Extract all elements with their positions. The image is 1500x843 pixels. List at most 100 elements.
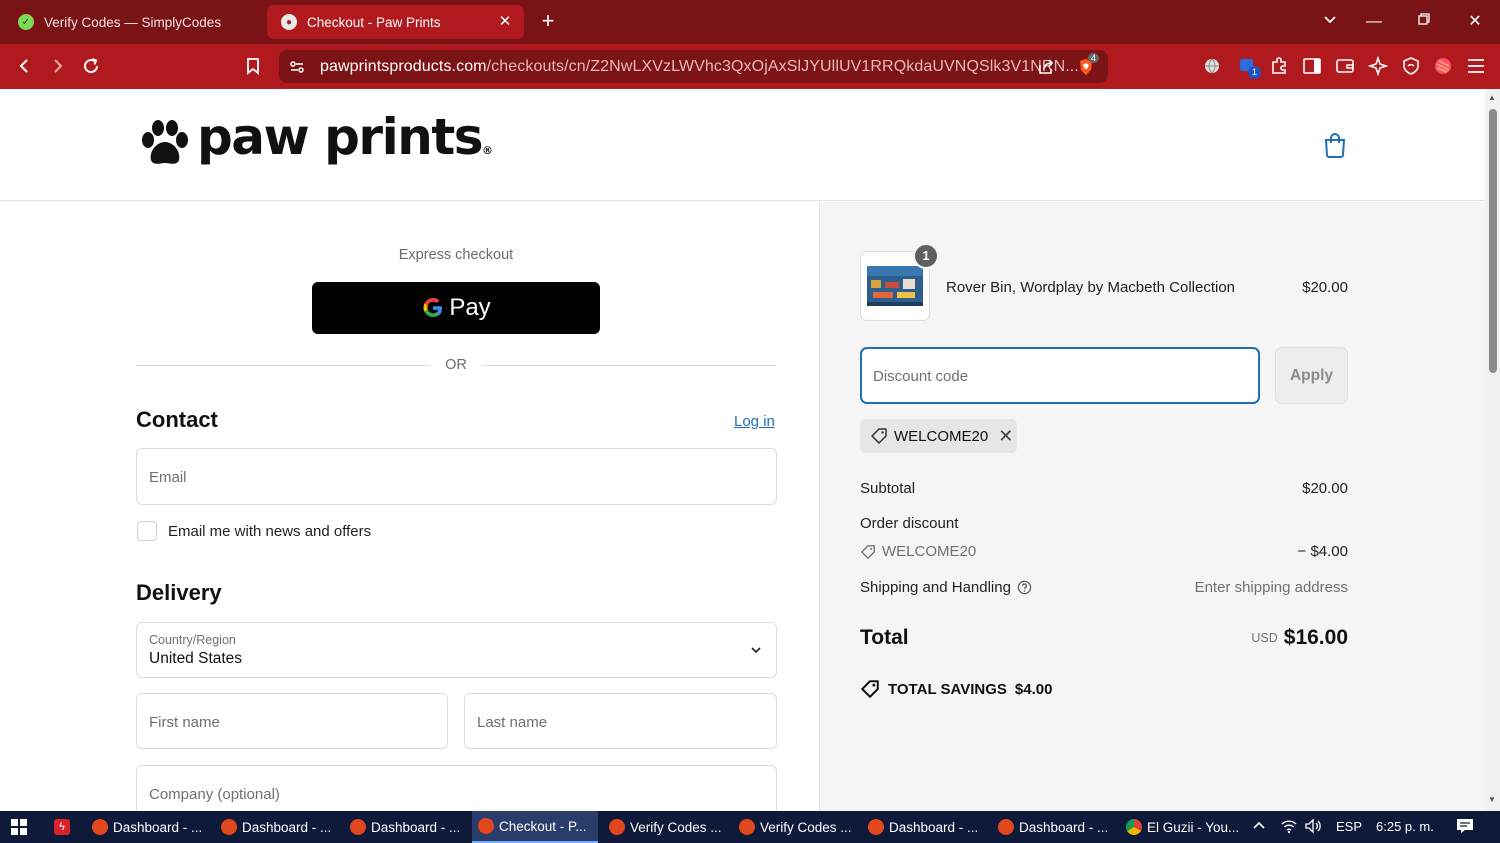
last-name-field[interactable]: Last name	[464, 693, 777, 749]
tab-verify-codes[interactable]: ✓ Verify Codes — SimplyCodes	[4, 5, 262, 39]
remove-code-icon[interactable]: ✕	[998, 426, 1013, 447]
taskbar-item-9[interactable]: El Guzii - You...	[1120, 811, 1240, 843]
leo-ai-icon[interactable]	[1366, 54, 1390, 78]
close-tab-icon[interactable]: ✕	[496, 13, 514, 31]
tab-search-chevron-icon[interactable]	[1318, 10, 1342, 34]
close-window-button[interactable]: ✕	[1463, 10, 1487, 34]
extension-notification-icon[interactable]: 1	[1236, 54, 1261, 79]
forward-icon[interactable]	[45, 54, 69, 78]
order-summary: 1 Rover Bin, Wordplay by Macbeth Collect…	[820, 202, 1485, 811]
express-checkout-label: Express checkout	[398, 247, 514, 263]
product-price: $20.00	[1302, 279, 1348, 296]
tab-checkout[interactable]: ● Checkout - Paw Prints ✕	[267, 5, 524, 39]
subtotal-value: $20.00	[1302, 480, 1348, 497]
language-indicator[interactable]: ESP	[1336, 811, 1362, 843]
google-pay-button[interactable]: Pay	[312, 282, 600, 334]
email-field[interactable]: Email	[136, 448, 777, 505]
notifications-icon[interactable]	[1456, 811, 1474, 843]
scrollbar-thumb[interactable]	[1489, 109, 1497, 373]
taskbar-item-5[interactable]: Verify Codes ...	[603, 811, 723, 843]
apply-button[interactable]: Apply	[1275, 347, 1348, 404]
tag-icon	[871, 428, 887, 444]
shipping-label: Shipping and Handling	[860, 579, 1032, 596]
applied-code-chip: WELCOME20 ✕	[860, 419, 1017, 453]
log-in-link[interactable]: Log in	[734, 413, 775, 430]
currency-code: USD	[1251, 631, 1278, 645]
browser-tab-bar: ✓ Verify Codes — SimplyCodes ● Checkout …	[0, 0, 1500, 44]
reload-icon[interactable]	[79, 54, 103, 78]
extensions-puzzle-icon[interactable]	[1267, 54, 1291, 78]
taskbar-item-3[interactable]: Dashboard - ...	[344, 811, 464, 843]
google-pay-label: Pay	[449, 294, 491, 321]
news-offers-checkbox[interactable]	[137, 521, 157, 541]
shopping-bag-icon[interactable]	[1323, 132, 1347, 163]
menu-hamburger-icon[interactable]	[1464, 54, 1488, 78]
help-circle-icon[interactable]	[1017, 580, 1032, 595]
clock[interactable]: 6:25 p. m.	[1376, 811, 1434, 843]
country-value: United States	[149, 650, 243, 667]
shields-badge: 4	[1088, 53, 1100, 63]
minimize-button[interactable]: —	[1362, 10, 1386, 34]
taskbar-item-checkout[interactable]: Checkout - P...	[472, 811, 598, 843]
taskbar-item-2[interactable]: Dashboard - ...	[215, 811, 335, 843]
news-offers-label: Email me with news and offers	[168, 523, 372, 540]
or-divider: OR	[136, 356, 776, 376]
globe-favicon-icon: ●	[281, 14, 297, 30]
order-discount-label: Order discount	[860, 515, 959, 532]
vpn-shield-icon[interactable]	[1399, 54, 1423, 78]
tag-icon	[861, 680, 879, 698]
taskbar-item-7[interactable]: Dashboard - ...	[862, 811, 982, 843]
taskbar-item-6[interactable]: Verify Codes ...	[733, 811, 853, 843]
contact-title: Contact	[136, 407, 218, 432]
tray-chevron-up-icon[interactable]	[1252, 811, 1266, 843]
paw-prints-logo[interactable]: paw prints®	[139, 108, 493, 174]
first-name-field[interactable]: First name	[136, 693, 448, 749]
order-discount-code: WELCOME20	[860, 543, 976, 560]
brave-shields-icon[interactable]: 4	[1076, 53, 1100, 77]
page-scrollbar[interactable]: ▲ ▼	[1485, 89, 1500, 811]
windows-taskbar: ϟ Dashboard - ... Dashboard - ... Dashbo…	[0, 811, 1500, 843]
total-label: Total	[860, 626, 909, 649]
wallet-icon[interactable]	[1333, 54, 1357, 78]
order-discount-value: − $4.00	[1297, 543, 1348, 560]
translate-globe-icon[interactable]	[1200, 54, 1224, 78]
checkout-form: Express checkout Pay OR Contact Log in E…	[0, 202, 819, 821]
applied-code-text: WELCOME20	[894, 427, 989, 445]
rewards-icon[interactable]	[1431, 54, 1455, 78]
pinned-app-red-icon[interactable]: ϟ	[48, 811, 78, 843]
tab-title: Checkout - Paw Prints	[307, 14, 441, 30]
scroll-down-arrow-icon[interactable]: ▼	[1488, 795, 1496, 804]
brave-icon	[609, 819, 625, 835]
google-g-icon	[423, 298, 443, 317]
country-select[interactable]: Country/Region United States	[136, 622, 777, 678]
wifi-icon[interactable]	[1280, 811, 1298, 843]
logo-wordmark: paw prints®	[197, 108, 493, 166]
url-text: pawprintsproducts.com/checkouts/cn/Z2NwL…	[320, 58, 1079, 75]
taskbar-item-8[interactable]: Dashboard - ...	[992, 811, 1112, 843]
chevron-down-icon	[750, 643, 762, 661]
brave-icon	[998, 819, 1014, 835]
chrome-icon	[1126, 819, 1142, 835]
brave-icon	[92, 819, 108, 835]
volume-icon[interactable]	[1304, 811, 1322, 843]
simplycodes-favicon-icon: ✓	[18, 14, 34, 30]
subtotal-label: Subtotal	[860, 480, 916, 497]
taskbar-item-1[interactable]: Dashboard - ...	[86, 811, 206, 843]
paw-icon	[142, 120, 188, 164]
share-icon[interactable]	[1036, 57, 1056, 82]
windows-logo-icon	[11, 819, 27, 835]
scroll-up-arrow-icon[interactable]: ▲	[1488, 93, 1496, 102]
tag-icon	[861, 544, 875, 559]
restore-button[interactable]	[1412, 10, 1436, 34]
shipping-value: Enter shipping address	[1194, 579, 1348, 596]
bookmark-icon[interactable]	[241, 54, 265, 78]
brave-icon	[350, 819, 366, 835]
site-settings-icon[interactable]	[288, 58, 306, 81]
discount-code-input[interactable]: Discount code	[860, 347, 1260, 404]
country-label: Country/Region	[149, 633, 236, 647]
back-icon[interactable]	[13, 54, 37, 78]
start-button[interactable]	[4, 811, 38, 843]
new-tab-button[interactable]: +	[536, 9, 560, 33]
address-bar[interactable]: pawprintsproducts.com/checkouts/cn/Z2NwL…	[279, 50, 1108, 83]
sidebar-toggle-icon[interactable]	[1300, 54, 1324, 78]
